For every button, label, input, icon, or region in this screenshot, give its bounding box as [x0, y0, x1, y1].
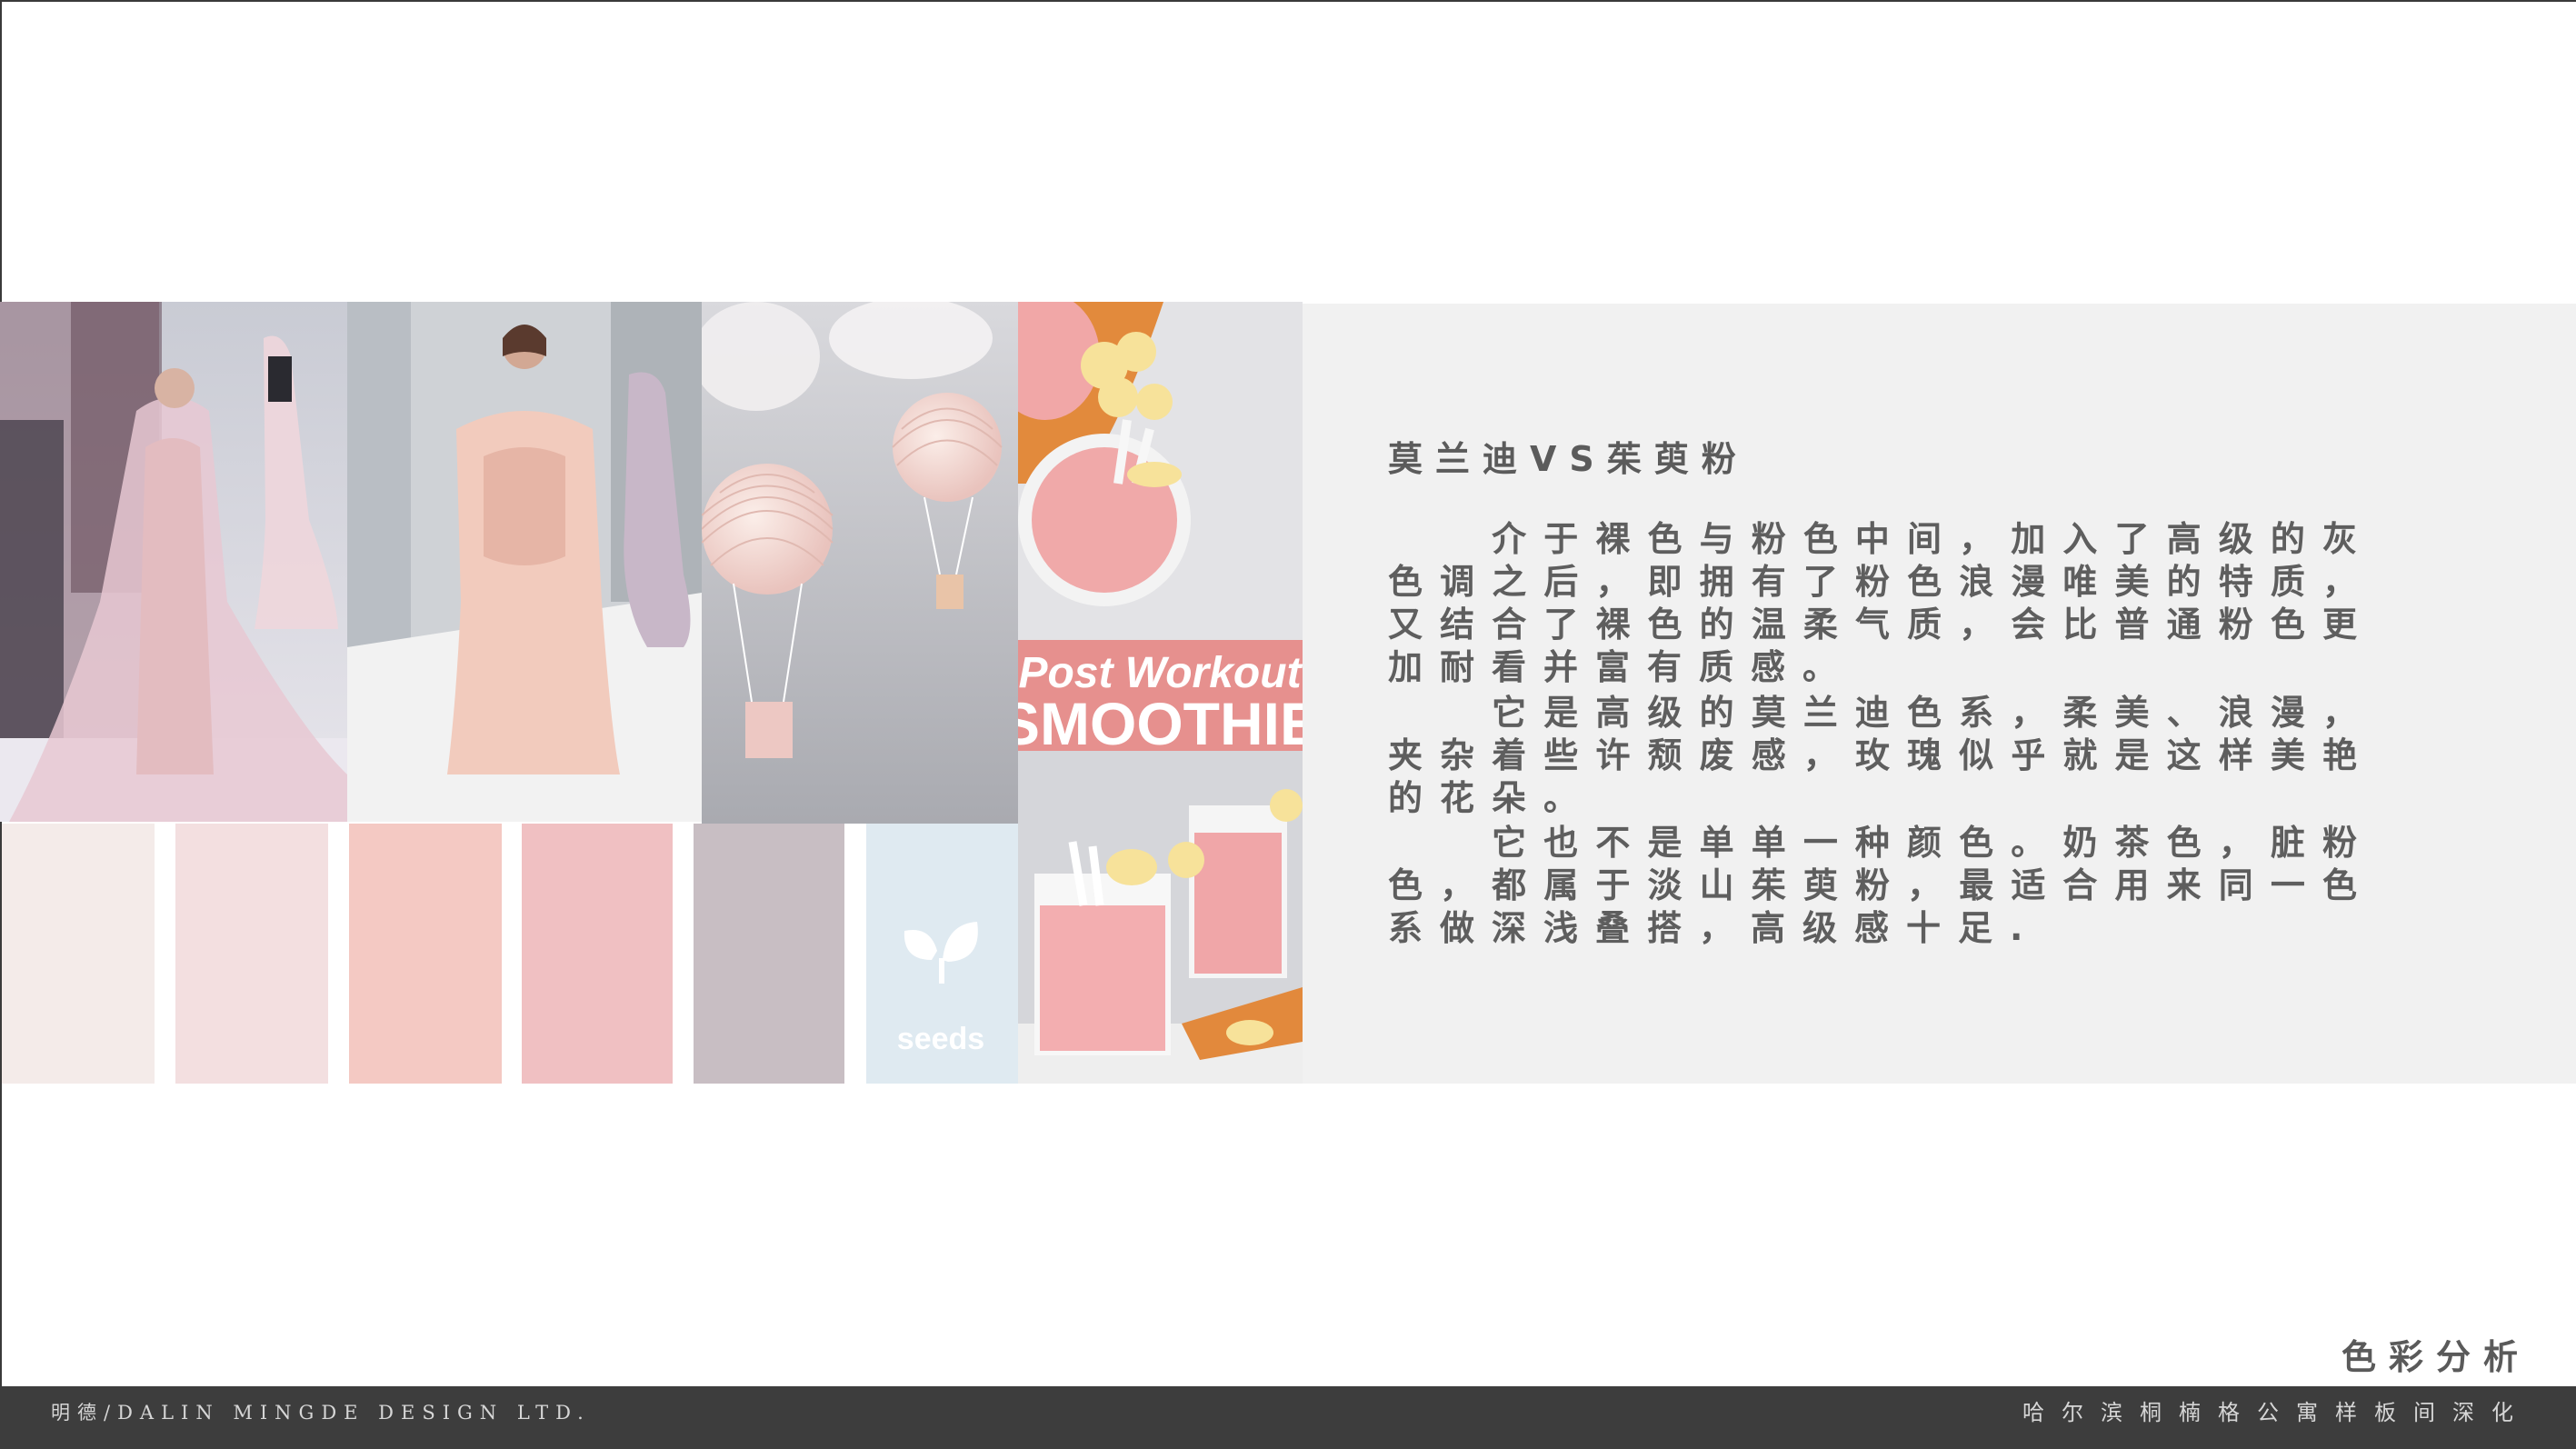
paragraph-1-text: 介于裸色与粉色中间，加入了高级的灰色调之后，即拥有了粉色浪漫唯美的特质，又结合了… — [1388, 519, 2374, 687]
paragraph-3-text: 它也不是单单一种颜色。奶茶色，脏粉色，都属于淡山茱萸粉，最适合用来同一色系做深浅… — [1388, 823, 2374, 948]
section-label: 色彩分析 — [2341, 1337, 2531, 1377]
palette-swatch-2 — [175, 824, 328, 1084]
heading: 莫兰迪VS茱萸粉 — [1388, 439, 1749, 479]
footer-company: 明德/DALIN MINGDE DESIGN LTD. — [51, 1402, 591, 1424]
seeds-logo-text: seeds — [897, 1022, 984, 1056]
paragraph-1: 介于裸色与粉色中间，加入了高级的灰色调之后，即拥有了粉色浪漫唯美的特质，又结合了… — [1388, 518, 2374, 689]
paragraph-2: 它是高级的莫兰迪色系，柔美、浪漫，夹杂着些许颓废感，玫瑰似乎就是这样美艳的花朵。 — [1388, 692, 2374, 820]
smoothie-photo-top — [1018, 302, 1303, 640]
smoothie-photo-bottom — [1018, 751, 1303, 1084]
palette-swatch-1 — [2, 824, 155, 1084]
seeds-leaf-icon — [904, 922, 978, 984]
top-border — [0, 0, 2576, 2]
smoothie-sign: Post Workout SMOOTHIE — [1018, 640, 1303, 751]
palette-swatch-5 — [694, 824, 844, 1084]
runway-photo-2 — [347, 302, 702, 822]
palette-swatch-6: seeds — [866, 824, 1018, 1084]
paragraph-3: 它也不是单单一种颜色。奶茶色，脏粉色，都属于淡山茱萸粉，最适合用来同一色系做深浅… — [1388, 822, 2374, 950]
paragraph-2-text: 它是高级的莫兰迪色系，柔美、浪漫，夹杂着些许颓废感，玫瑰似乎就是这样美艳的花朵。 — [1388, 693, 2374, 818]
palette-swatch-4 — [522, 824, 673, 1084]
runway-photo-1 — [0, 302, 347, 822]
palette-swatch-3 — [349, 824, 502, 1084]
balloon-photo — [702, 302, 1018, 824]
smoothie-sign-line2: SMOOTHIE — [1018, 690, 1303, 751]
footer-project: 哈尔滨桐楠格公寓样板间深化 — [2022, 1400, 2531, 1425]
